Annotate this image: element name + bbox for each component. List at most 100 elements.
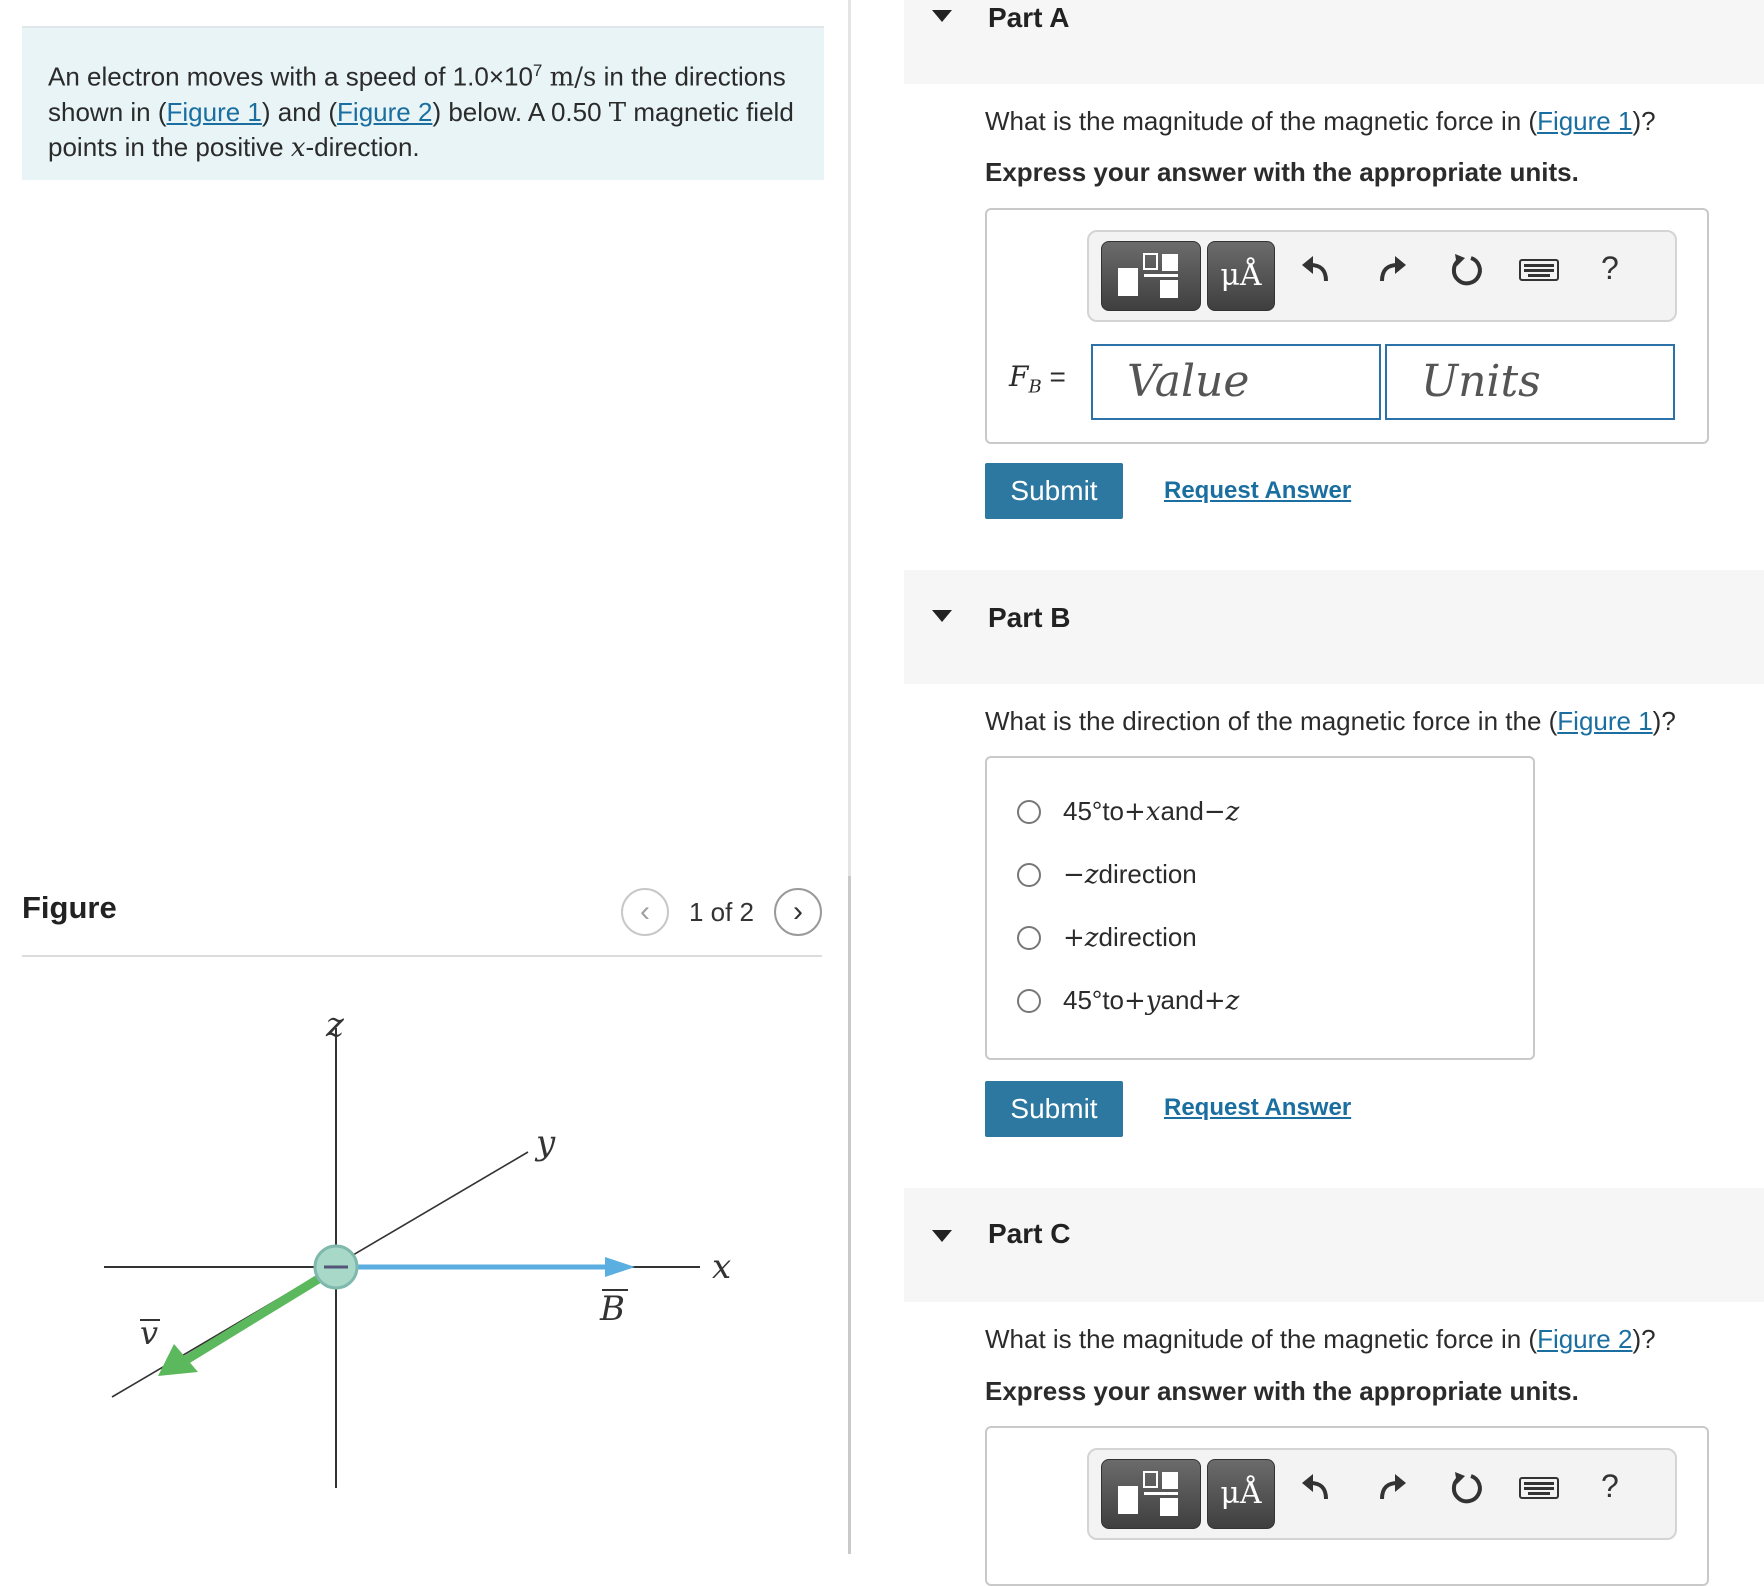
figure-1-link[interactable]: Figure 1: [1557, 706, 1652, 736]
keyboard-icon[interactable]: [1517, 1468, 1561, 1508]
collapse-caret-icon[interactable]: [932, 610, 952, 622]
part-a-question: What is the magnitude of the magnetic fo…: [985, 106, 1656, 137]
option-2[interactable]: −z direction: [1017, 859, 1197, 890]
question-text: What is the direction of the magnetic fo…: [985, 706, 1558, 736]
undo-icon[interactable]: [1297, 1468, 1337, 1508]
figure-counter: 1 of 2: [688, 896, 754, 927]
option-4[interactable]: 45° to +y and +z: [1017, 985, 1239, 1016]
figure-1-link[interactable]: Figure 1: [1537, 106, 1632, 136]
option-text: and: [1160, 985, 1204, 1015]
b-field-label: B: [599, 1289, 625, 1329]
option-text: 45°: [1063, 796, 1103, 826]
panel-divider-dark: [848, 876, 851, 1554]
z-axis-label: z: [325, 1005, 345, 1045]
part-c-title: Part C: [988, 1218, 1071, 1249]
templates-button[interactable]: [1101, 1459, 1201, 1529]
units-input[interactable]: Units: [1385, 344, 1675, 420]
option-math: −z: [1063, 859, 1099, 890]
radio-button[interactable]: [1017, 862, 1041, 887]
collapse-caret-icon[interactable]: [932, 10, 952, 22]
option-text: and: [1160, 796, 1204, 826]
option-math: +x: [1124, 796, 1161, 827]
part-a-submit-button[interactable]: Submit: [985, 463, 1123, 519]
field-unit: T: [608, 97, 627, 128]
velocity-arrow: [183, 1274, 323, 1364]
radio-button[interactable]: [1017, 925, 1041, 950]
force-variable-label: FB =: [1009, 360, 1066, 398]
part-b-submit-button[interactable]: Submit: [985, 1081, 1123, 1137]
problem-panel: An electron moves with a speed of 1.0×10…: [0, 0, 850, 1554]
prev-figure-button[interactable]: ‹: [620, 888, 669, 936]
option-math: +z: [1063, 922, 1099, 953]
part-a-title: Part A: [988, 2, 1070, 33]
equals-sign: =: [1041, 361, 1066, 392]
part-a-answer-box: μÅ ? FB = Value Units: [985, 208, 1709, 444]
question-text: What is the magnitude of the magnetic fo…: [985, 1324, 1538, 1354]
option-text: direction: [1098, 922, 1197, 952]
question-text: What is the magnitude of the magnetic fo…: [985, 106, 1538, 136]
question-text: )?: [1632, 106, 1656, 136]
figure-2-link[interactable]: Figure 2: [1537, 1324, 1632, 1354]
radio-button[interactable]: [1017, 988, 1041, 1013]
problem-text: ) and (: [261, 96, 338, 127]
keyboard-icon[interactable]: [1517, 250, 1561, 290]
part-b-question: What is the direction of the magnetic fo…: [985, 706, 1676, 737]
figure-heading: Figure: [22, 890, 117, 925]
option-text: to: [1102, 796, 1125, 826]
speed-unit: m/s: [549, 62, 597, 93]
templates-icon: [1118, 253, 1178, 298]
option-text: to: [1102, 985, 1125, 1015]
force-subscript: B: [1028, 376, 1042, 398]
units-button[interactable]: μÅ: [1207, 1459, 1275, 1529]
part-b-request-answer-link[interactable]: Request Answer: [1164, 1094, 1351, 1122]
option-math: +y: [1124, 985, 1161, 1016]
redo-icon[interactable]: [1371, 1468, 1411, 1508]
help-button[interactable]: ?: [1601, 1468, 1619, 1505]
option-text: direction: [1098, 859, 1197, 889]
math-toolbar: μÅ ?: [1087, 230, 1677, 322]
option-math: −z: [1203, 796, 1240, 827]
figure-1-link[interactable]: Figure 1: [167, 97, 262, 127]
value-input[interactable]: Value: [1091, 344, 1381, 420]
part-c-header[interactable]: Part C: [904, 1188, 1764, 1302]
next-figure-button[interactable]: ›: [774, 888, 822, 936]
speed-value: 1.0×10: [452, 61, 533, 92]
radio-button[interactable]: [1017, 799, 1041, 824]
reset-icon[interactable]: [1447, 250, 1487, 290]
units-button[interactable]: μÅ: [1207, 241, 1275, 311]
option-3[interactable]: +z direction: [1017, 922, 1197, 953]
undo-icon[interactable]: [1297, 250, 1337, 290]
option-text: 45°: [1063, 985, 1103, 1015]
part-b-options: 45° to +x and −z −z direction +z directi…: [985, 756, 1535, 1060]
figure-divider: [22, 955, 822, 957]
math-toolbar: μÅ ?: [1087, 1448, 1677, 1540]
figure-2-link[interactable]: Figure 2: [337, 97, 432, 127]
help-button[interactable]: ?: [1601, 250, 1619, 287]
part-a-instruction: Express your answer with the appropriate…: [985, 157, 1579, 187]
redo-icon[interactable]: [1371, 250, 1411, 290]
x-axis-label: x: [712, 1247, 731, 1287]
question-text: )?: [1632, 1324, 1656, 1354]
question-text: )?: [1652, 706, 1676, 736]
axis-symbol: x: [290, 132, 306, 163]
part-c-instruction: Express your answer with the appropriate…: [985, 1376, 1579, 1406]
problem-statement: An electron moves with a speed of 1.0×10…: [22, 26, 824, 180]
option-1[interactable]: 45° to +x and −z: [1017, 796, 1239, 827]
y-axis-label: y: [534, 1123, 556, 1163]
part-a-request-answer-link[interactable]: Request Answer: [1164, 477, 1351, 505]
figure-pager: ‹ 1 of 2 ›: [620, 888, 822, 936]
part-a-header[interactable]: Part A: [904, 0, 1764, 84]
part-b-header[interactable]: Part B: [904, 570, 1764, 684]
force-symbol: F: [1009, 360, 1029, 393]
templates-button[interactable]: [1101, 241, 1201, 311]
collapse-caret-icon[interactable]: [932, 1230, 952, 1242]
figure-diagram: z y x B v: [104, 1005, 731, 1488]
speed-exponent: 7: [532, 61, 543, 80]
reset-icon[interactable]: [1447, 1468, 1487, 1508]
part-c-question: What is the magnitude of the magnetic fo…: [985, 1324, 1656, 1355]
part-c-answer-box: μÅ ?: [985, 1426, 1709, 1586]
problem-text: ) below. A 0.50: [432, 96, 609, 127]
questions-panel: Part A What is the magnitude of the magn…: [904, 0, 1764, 1586]
problem-text: An electron moves with a speed of: [48, 61, 453, 92]
part-b-title: Part B: [988, 602, 1071, 633]
